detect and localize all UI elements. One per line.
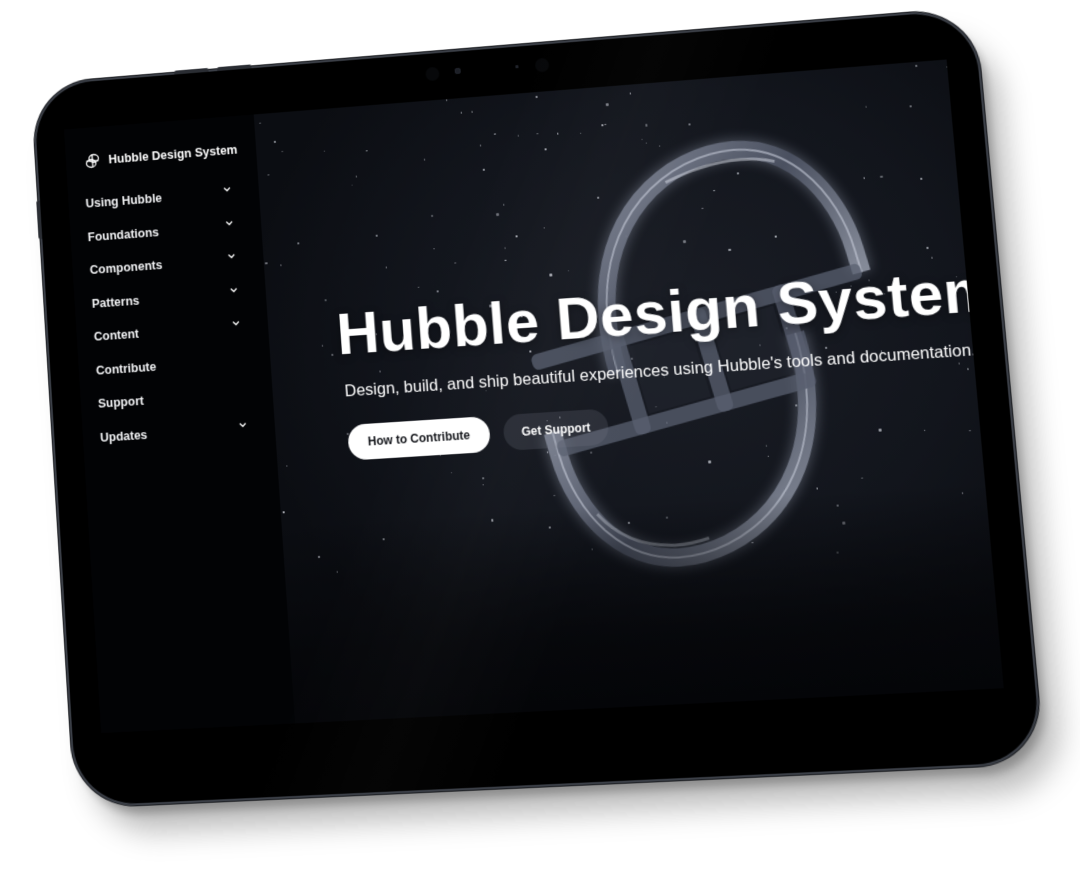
star [264,261,268,265]
star [375,234,378,237]
sidebar-item-label: Foundations [87,225,160,244]
star [605,103,609,106]
star [482,477,484,480]
star [629,92,631,95]
star [282,511,285,513]
screen: Hubble Design System Using Hubble Founda… [63,59,1004,734]
chevron-down-icon[interactable] [231,318,241,328]
chevron-down-icon[interactable] [224,217,234,227]
sidebar-nav: Using Hubble Foundations Components Patt… [68,174,276,455]
brand-link[interactable]: Hubble Design System [65,136,257,176]
star [909,105,912,108]
star [431,215,434,217]
star [280,264,282,267]
tablet-device: Hubble Design System Using Hubble Founda… [33,9,1043,807]
star [336,571,339,573]
star [267,174,270,176]
star [437,290,439,293]
stage: Hubble Design System Using Hubble Founda… [0,0,1080,871]
get-support-button[interactable]: Get Support [502,408,610,451]
star [445,99,448,101]
star [331,354,334,356]
star [925,246,929,250]
sidebar-item-label: Support [97,394,145,411]
star [365,150,368,152]
star [961,492,964,495]
sidebar-item-label: Patterns [91,293,140,311]
star [450,471,453,474]
chevron-down-icon[interactable] [229,284,239,294]
star [274,141,276,143]
sidebar-item-label: Updates [99,427,148,445]
star [355,175,358,178]
star [297,242,300,245]
star [321,344,324,347]
star [385,266,388,269]
sidebar-item-label: Content [93,327,140,344]
brand-name: Hubble Design System [108,142,238,167]
star [471,110,474,113]
star [351,184,353,186]
star [323,150,326,152]
chevron-down-icon[interactable] [238,419,248,429]
light-sensor-icon [515,65,519,69]
star [423,158,426,161]
star [920,177,922,180]
sidebar-item-label: Using Hubble [85,191,163,211]
star [482,483,484,486]
star [318,556,320,558]
volume-up-button [174,67,209,75]
hubble-logo-icon [84,153,100,169]
camera-sensor-icon [425,66,440,82]
star [417,286,420,288]
star [286,465,288,467]
chevron-down-icon[interactable] [226,251,236,261]
volume-down-button [216,64,252,72]
star [259,122,261,124]
star [383,538,385,540]
camera-icon [454,67,461,75]
star [535,95,538,98]
star [325,299,327,301]
hero-section: Hubble Design System Design, build, and … [253,59,1004,724]
star [281,150,283,153]
star [454,262,457,264]
star [931,256,933,259]
sidebar-item-label: Components [89,258,163,278]
face-sensor-icon [534,57,550,73]
side-button [36,200,43,240]
star [968,429,971,432]
star [946,66,948,68]
star [460,111,463,114]
chevron-down-icon[interactable] [222,184,232,194]
star [490,518,494,522]
camera-area [425,57,563,82]
sidebar-item-label: Contribute [95,359,157,378]
star [433,247,435,250]
star [915,65,918,67]
